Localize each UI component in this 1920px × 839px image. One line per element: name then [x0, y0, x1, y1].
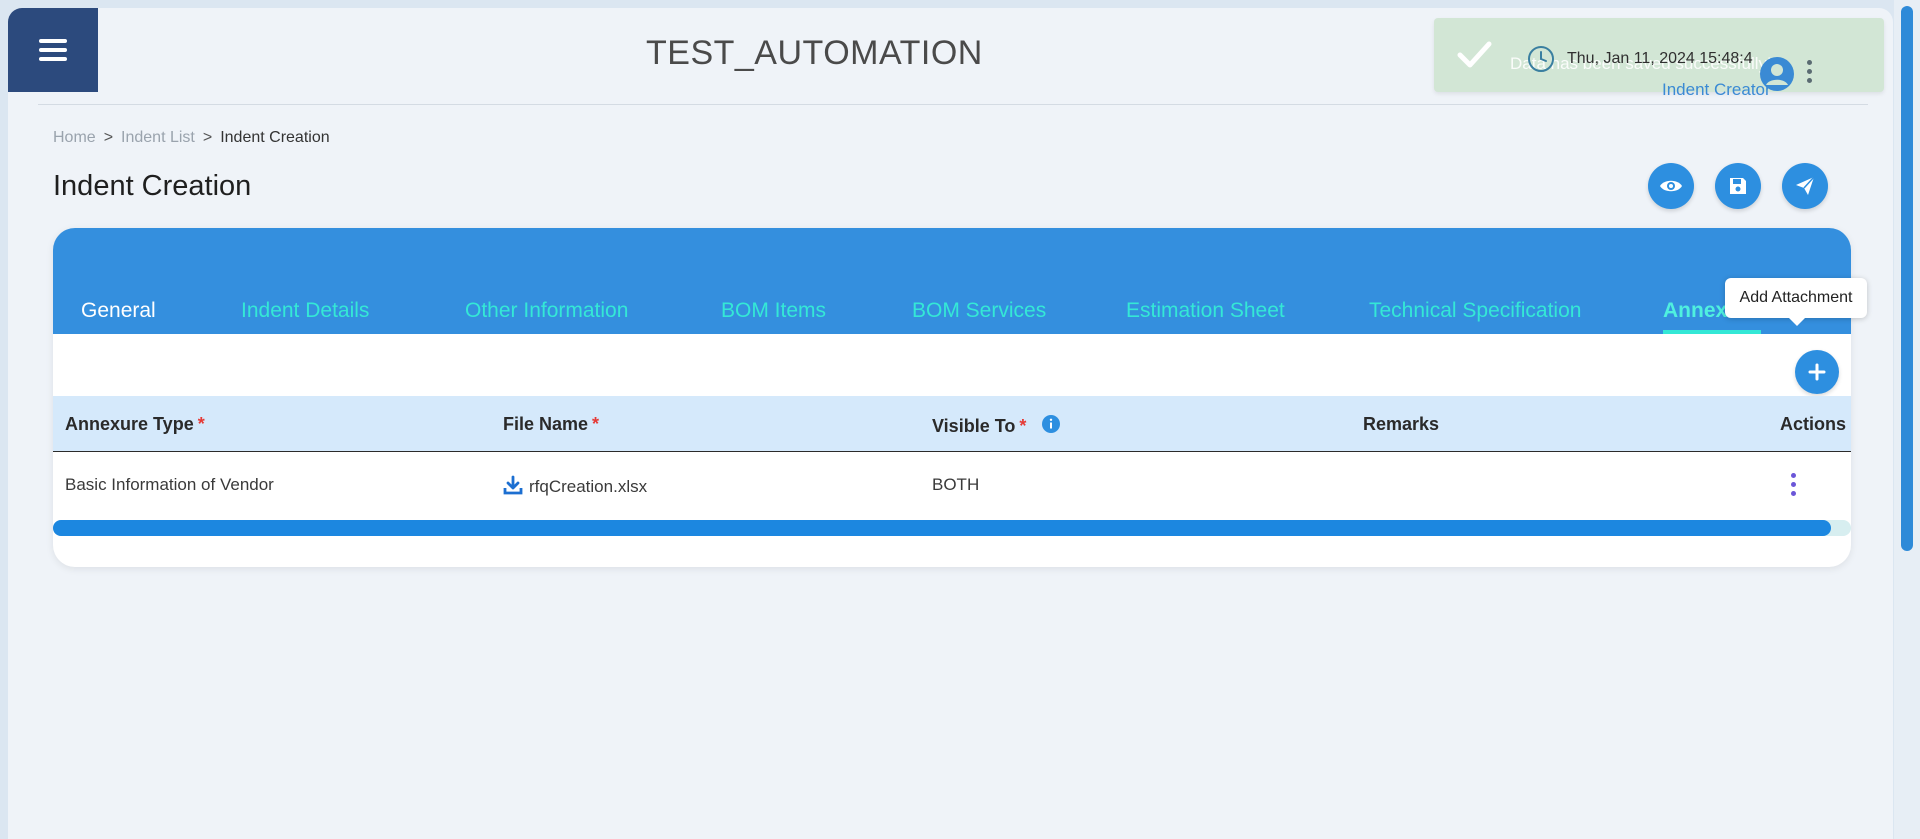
preview-button[interactable] — [1648, 163, 1694, 209]
active-tab-indicator — [1663, 330, 1761, 334]
horizontal-scrollbar-thumb[interactable] — [53, 520, 1831, 536]
plus-icon — [1808, 363, 1826, 381]
check-icon — [1457, 41, 1492, 68]
tab-indent-details[interactable]: Indent Details — [241, 299, 369, 323]
menu-button[interactable] — [8, 8, 98, 92]
column-label: Visible To — [932, 416, 1016, 436]
tab-estimation-sheet[interactable]: Estimation Sheet — [1126, 299, 1285, 323]
breadcrumb-current: Indent Creation — [220, 129, 330, 146]
column-label: Annexure Type — [65, 414, 194, 434]
column-file-name[interactable]: File Name * — [503, 414, 599, 435]
datetime: Thu, Jan 11, 2024 15:48:4 — [1567, 50, 1753, 67]
column-annexure-type[interactable]: Annexure Type * — [65, 414, 205, 435]
table-row: Basic Information of Vendor rfqCreation.… — [53, 453, 1851, 515]
breadcrumb-separator: > — [202, 129, 213, 146]
app-window: TEST_AUTOMATION Data has been saved succ… — [8, 8, 1893, 839]
breadcrumb-home[interactable]: Home — [53, 129, 96, 146]
page-title: Indent Creation — [53, 170, 252, 202]
tab-technical-specification[interactable]: Technical Specification — [1369, 299, 1581, 323]
row-actions-icon[interactable] — [1788, 473, 1798, 501]
required-marker: * — [197, 414, 205, 434]
column-remarks[interactable]: Remarks — [1363, 414, 1439, 435]
tab-bom-services[interactable]: BOM Services — [912, 299, 1046, 323]
column-actions: Actions — [1780, 414, 1847, 434]
submit-button[interactable] — [1782, 163, 1828, 209]
file-name-link[interactable]: rfqCreation.xlsx — [529, 477, 647, 496]
add-attachment-tooltip: Add Attachment — [1725, 278, 1867, 326]
app-title: TEST_AUTOMATION — [646, 34, 983, 72]
horizontal-scrollbar[interactable] — [53, 520, 1851, 536]
eye-icon — [1660, 180, 1682, 192]
header-divider — [38, 104, 1868, 105]
vertical-scrollbar-thumb[interactable] — [1901, 6, 1913, 551]
tab-general[interactable]: General — [81, 299, 156, 323]
tab-bar: General Indent Details Other Information… — [53, 228, 1851, 334]
success-toast: Data has been saved successfully! Thu, J… — [1434, 18, 1884, 99]
table-header: Annexure Type * File Name * Visible To * Re… — [53, 396, 1851, 452]
add-attachment-button[interactable] — [1795, 350, 1839, 394]
save-icon — [1730, 178, 1746, 194]
cell-visible-to: BOTH — [932, 475, 980, 494]
info-icon[interactable] — [1041, 414, 1061, 434]
cell-annexure-type: Basic Information of Vendor — [65, 475, 274, 494]
required-marker: * — [592, 414, 600, 434]
send-icon — [1796, 176, 1815, 195]
column-label: File Name — [503, 414, 589, 434]
breadcrumb-separator: > — [103, 129, 114, 146]
hamburger-icon — [39, 34, 67, 66]
more-menu-icon[interactable] — [1804, 60, 1814, 90]
vertical-scrollbar[interactable] — [1894, 0, 1920, 839]
user-circle-icon[interactable] — [1759, 56, 1795, 92]
breadcrumb: Home > Indent List > Indent Creation — [53, 129, 338, 147]
column-visible-to[interactable]: Visible To * — [932, 414, 1061, 437]
download-icon[interactable] — [503, 475, 523, 495]
indent-card: General Indent Details Other Information… — [53, 228, 1851, 567]
user-role[interactable]: Indent Creator — [1662, 80, 1771, 100]
breadcrumb-indent-list[interactable]: Indent List — [121, 129, 195, 146]
tab-other-information[interactable]: Other Information — [465, 299, 628, 323]
save-button[interactable] — [1715, 163, 1761, 209]
tab-bom-items[interactable]: BOM Items — [721, 299, 826, 323]
required-marker: * — [1019, 416, 1027, 436]
clock-icon — [1528, 46, 1554, 72]
cell-file-name[interactable]: rfqCreation.xlsx — [503, 475, 647, 497]
